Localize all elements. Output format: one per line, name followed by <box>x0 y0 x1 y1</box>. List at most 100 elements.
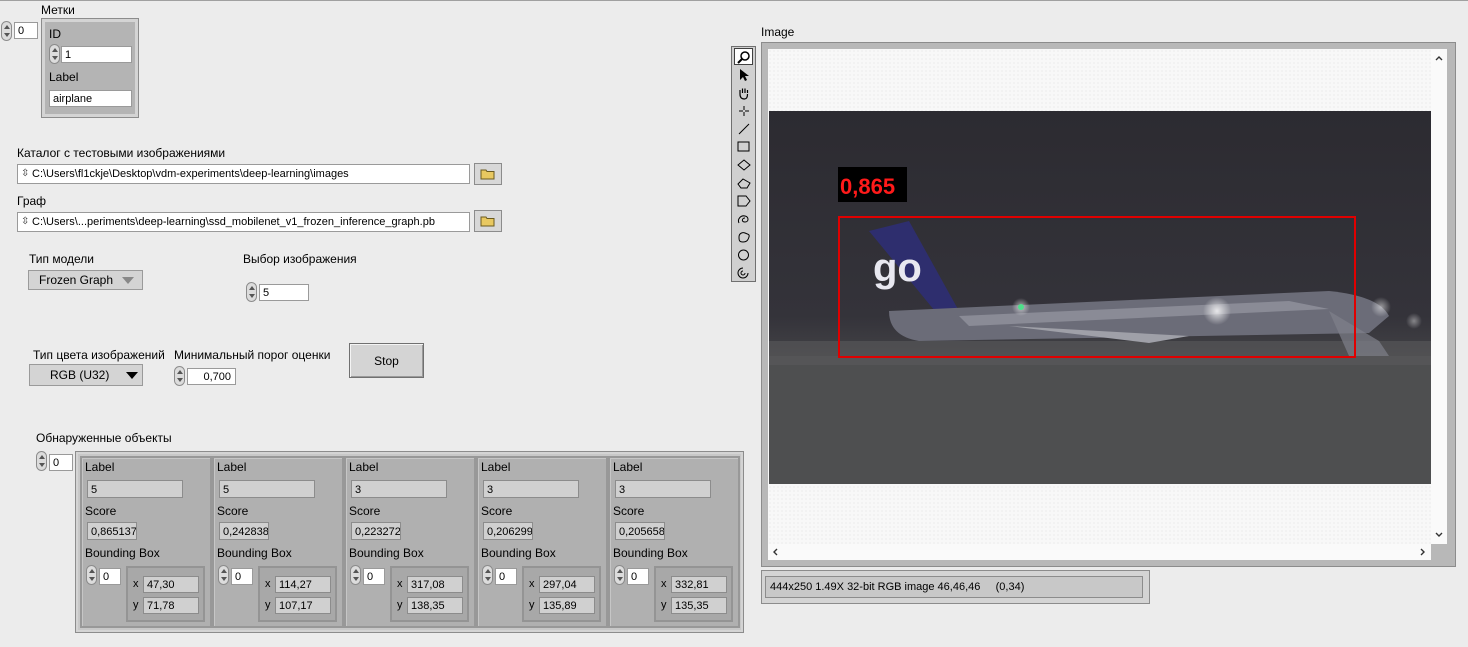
catalog-path-input[interactable]: ⇳ C:\Users\fl1ckje\Desktop\vdm-experiment… <box>17 164 470 184</box>
bbox-x-value: 332,81 <box>671 576 727 593</box>
bbox-x-caption: x <box>397 578 403 590</box>
bbox-x-caption: x <box>133 578 139 590</box>
scroll-left-icon[interactable] <box>772 548 778 556</box>
threshold-spinner[interactable] <box>174 366 185 386</box>
bbox-x-value: 297,04 <box>539 576 595 593</box>
bbox-y-caption: y <box>661 599 667 611</box>
threshold-input[interactable]: 0,700 <box>187 368 236 385</box>
color-type-ring[interactable]: RGB (U32) <box>29 364 143 386</box>
image-tools-palette <box>731 46 756 282</box>
bbox-y-caption: y <box>397 599 403 611</box>
chevron-down-icon <box>126 372 138 379</box>
oval-icon[interactable] <box>734 246 753 263</box>
object-score-value: 0,865137 <box>87 522 137 540</box>
object-label-value: 3 <box>483 480 579 498</box>
object-score-value: 0,205658 <box>615 522 665 540</box>
bbox-y-value: 135,35 <box>671 597 727 614</box>
image-select-caption: Выбор изображения <box>243 252 357 266</box>
scroll-up-icon[interactable] <box>1435 55 1443 61</box>
bbox-index-spinner[interactable] <box>218 565 229 585</box>
path-type-icon: ⇳ <box>21 168 30 179</box>
id-input[interactable]: 1 <box>61 46 132 63</box>
bbox-index-spinner[interactable] <box>614 565 625 585</box>
bbox-x-value: 114,27 <box>275 576 331 593</box>
bbox-y-value: 138,35 <box>407 597 463 614</box>
image-select-spinner[interactable] <box>246 282 257 302</box>
rectangle-icon[interactable] <box>734 138 753 155</box>
object-label-value: 3 <box>351 480 447 498</box>
graph-caption: Граф <box>17 194 47 208</box>
bbox-x-value: 47,30 <box>143 576 199 593</box>
catalog-caption: Каталог с тестовыми изображениями <box>17 146 226 160</box>
object-score-caption: Score <box>613 504 645 518</box>
label-caption: Label <box>49 70 79 84</box>
bbox-x-caption: x <box>661 578 667 590</box>
scroll-right-icon[interactable] <box>1420 548 1426 556</box>
bbox-x-value: 317,08 <box>407 576 463 593</box>
color-type-caption: Тип цвета изображений <box>33 348 165 362</box>
image-vertical-scrollbar[interactable] <box>1431 49 1447 544</box>
object-bbox-caption: Bounding Box <box>481 546 556 560</box>
threshold-caption: Минимальный порог оценки <box>174 348 331 362</box>
bbox-y-value: 71,78 <box>143 597 199 614</box>
folder-icon <box>480 169 495 180</box>
object-label-value: 5 <box>219 480 315 498</box>
pan-hand-icon[interactable] <box>734 84 753 101</box>
annulus-arc-icon[interactable] <box>734 264 753 281</box>
bbox-index-spinner[interactable] <box>350 565 361 585</box>
object-label-caption: Label <box>613 460 643 474</box>
bbox-x-caption: x <box>529 578 535 590</box>
catalog-path-text: C:\Users\fl1ckje\Desktop\vdm-experiments… <box>32 168 349 180</box>
object-label-caption: Label <box>349 460 379 474</box>
catalog-browse-button[interactable] <box>474 163 502 185</box>
graph-browse-button[interactable] <box>474 210 502 232</box>
scroll-down-icon[interactable] <box>1435 532 1443 538</box>
bbox-index-input[interactable]: 0 <box>231 568 253 585</box>
bbox-y-caption: y <box>529 599 535 611</box>
bbox-index-spinner[interactable] <box>482 565 493 585</box>
annulus-icon[interactable] <box>734 174 753 191</box>
object-bbox-caption: Bounding Box <box>217 546 292 560</box>
livery-text: go <box>873 246 922 290</box>
bbox-y-value: 135,89 <box>539 597 595 614</box>
line-icon[interactable] <box>734 120 753 137</box>
object-bbox-caption: Bounding Box <box>613 546 688 560</box>
bbox-x-caption: x <box>265 578 271 590</box>
airplane-photo: go 0,865 <box>769 111 1431 484</box>
zoom-icon[interactable] <box>734 48 753 65</box>
bbox-index-spinner[interactable] <box>86 565 97 585</box>
point-icon[interactable] <box>734 102 753 119</box>
object-score-value: 0,223272 <box>351 522 401 540</box>
bbox-y-value: 107,17 <box>275 597 331 614</box>
labels-index-input[interactable]: 0 <box>14 22 38 39</box>
freehand-icon[interactable] <box>734 210 753 227</box>
model-type-ring[interactable]: Frozen Graph <box>28 270 143 290</box>
bbox-index-input[interactable]: 0 <box>627 568 649 585</box>
model-type-caption: Тип модели <box>29 252 94 266</box>
pointer-icon[interactable] <box>734 66 753 83</box>
object-label-caption: Label <box>85 460 115 474</box>
detected-caption: Обнаруженные объекты <box>36 431 172 445</box>
bbox-index-input[interactable]: 0 <box>99 568 121 585</box>
object-bbox-caption: Bounding Box <box>85 546 160 560</box>
polygon-icon[interactable] <box>734 192 753 209</box>
graph-path-input[interactable]: ⇳ C:\Users\...periments\deep-learning\ssd… <box>17 212 470 232</box>
id-caption: ID <box>49 27 61 41</box>
labels-index-spinner[interactable] <box>1 21 12 41</box>
detected-index-input[interactable]: 0 <box>49 454 73 471</box>
image-select-input[interactable]: 5 <box>259 284 309 301</box>
rotated-rectangle-icon[interactable] <box>734 156 753 173</box>
color-type-value: RGB (U32) <box>50 368 110 382</box>
stop-button[interactable]: Stop <box>349 343 424 378</box>
image-horizontal-scrollbar[interactable] <box>768 544 1431 560</box>
freehand-region-icon[interactable] <box>734 228 753 245</box>
label-input[interactable]: airplane <box>49 90 132 107</box>
detected-index-spinner[interactable] <box>36 451 47 471</box>
id-spinner[interactable] <box>49 44 60 64</box>
object-bbox-caption: Bounding Box <box>349 546 424 560</box>
bbox-index-input[interactable]: 0 <box>363 568 385 585</box>
bbox-index-input[interactable]: 0 <box>495 568 517 585</box>
object-label-caption: Label <box>481 460 511 474</box>
image-caption: Image <box>761 25 795 39</box>
object-label-value: 5 <box>87 480 183 498</box>
